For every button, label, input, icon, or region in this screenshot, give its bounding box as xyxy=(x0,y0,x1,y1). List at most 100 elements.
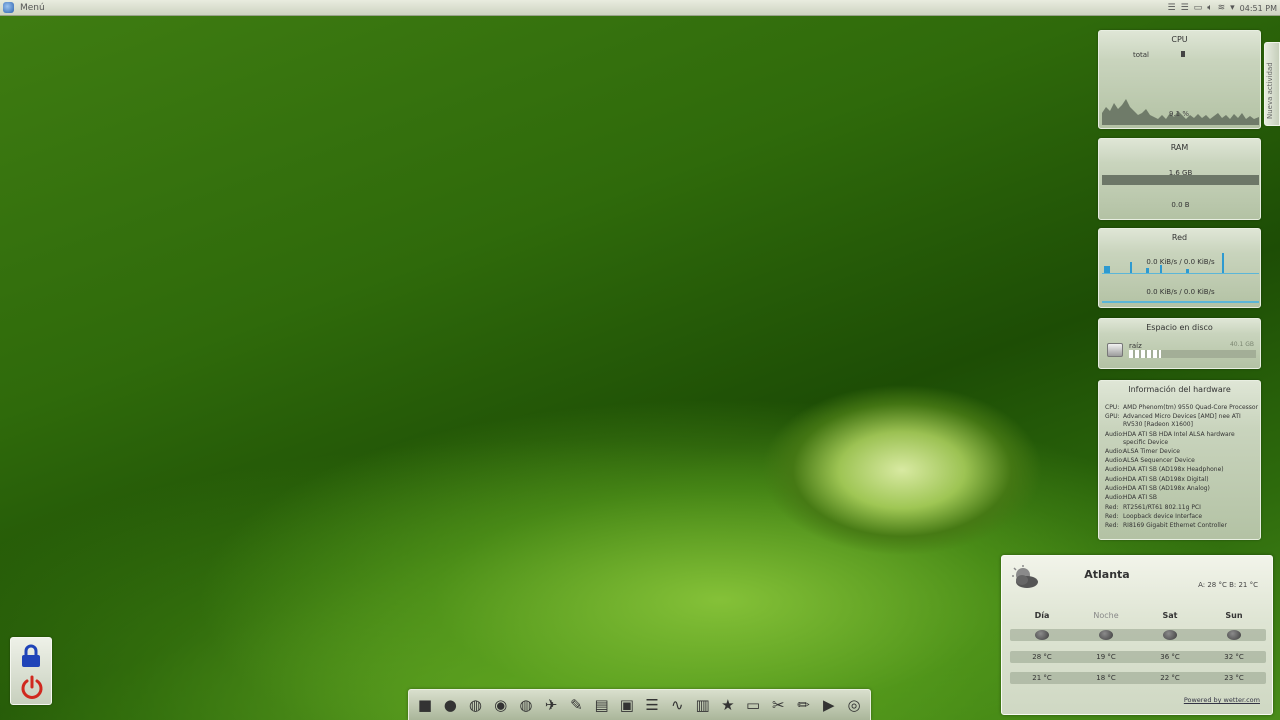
dock-item-disc[interactable]: ◎ xyxy=(844,695,864,715)
cpu-legend-swatch xyxy=(1181,51,1185,57)
forecast-low: 22 °C xyxy=(1160,674,1180,682)
hardware-type: Audio: xyxy=(1105,430,1125,438)
hardware-value: AMD Phenom(tm) 9550 Quad-Core Processor xyxy=(1123,404,1259,411)
hardware-type: Audio: xyxy=(1105,485,1125,493)
disk-widget[interactable]: Espacio en disco raíz 40.1 GB xyxy=(1098,318,1261,369)
cloudy-icon xyxy=(1035,630,1049,640)
mixer-icon: ▥ xyxy=(695,695,710,714)
hardware-value: HDA ATI SB HDA Intel ALSA hardware speci… xyxy=(1123,430,1235,446)
dock-item-equalizer[interactable]: ☰ xyxy=(642,695,662,715)
hardware-type: Red: xyxy=(1105,522,1119,530)
forecast-highs-row: 28 °C 19 °C 36 °C 32 °C xyxy=(1010,651,1266,663)
weather-widget[interactable]: Atlanta A: 28 °C B: 21 °C Día Noche Sat … xyxy=(1001,555,1273,715)
new-activity-tab[interactable]: Nueva actividad xyxy=(1264,42,1280,126)
menu-logo-icon xyxy=(3,2,14,13)
clock[interactable]: 04:51 PM xyxy=(1240,4,1277,13)
hardware-value: Advanced Micro Devices [AMD] nee ATI RV5… xyxy=(1123,413,1241,429)
weather-forecast: Día Noche Sat Sun 28 °C 19 °C 36 °C 32 °… xyxy=(1010,611,1266,684)
network-widget[interactable]: Red 0.0 KiB/s / 0.0 KiB/s 0.0 KiB/s / 0.… xyxy=(1098,228,1261,308)
dock-item-screenshot[interactable]: ▭ xyxy=(743,695,763,715)
hardware-info-widget[interactable]: Información del hardware CPU: AMD Phenom(… xyxy=(1098,380,1261,540)
forecast-header: Día Noche Sat Sun xyxy=(1010,611,1266,620)
tools-icon: ✂ xyxy=(771,695,785,714)
dock-item-star[interactable]: ★ xyxy=(718,695,738,715)
panel-icon[interactable]: ☰ xyxy=(1168,3,1176,13)
dock-item-presentation[interactable]: ▣ xyxy=(617,695,637,715)
hardware-row: Audio: HDA ATI SB HDA Intel ALSA hardware… xyxy=(1105,431,1259,447)
cpu-value: 9.1 % xyxy=(1169,110,1190,118)
forecast-lows-row: 21 °C 18 °C 22 °C 23 °C xyxy=(1010,672,1266,684)
hardware-value: ALSA Timer Device xyxy=(1123,447,1180,455)
hardware-row: Audio: HDA ATI SB xyxy=(1105,494,1259,502)
dock-item-compass[interactable]: ◍ xyxy=(465,695,485,715)
power-icon[interactable] xyxy=(20,675,44,699)
dock-item-firefox[interactable]: ◉ xyxy=(491,695,511,715)
hardware-value: ALSA Sequencer Device xyxy=(1123,457,1195,465)
network-title: Red xyxy=(1171,233,1188,242)
hardware-row: Audio: ALSA Sequencer Device xyxy=(1105,457,1259,465)
forecast-day-label: Día xyxy=(1034,611,1050,620)
hardware-title: Información del hardware xyxy=(1128,385,1231,394)
compass-icon: ◍ xyxy=(468,695,483,714)
hardware-type: CPU: xyxy=(1105,404,1120,411)
forecast-high: 32 °C xyxy=(1224,653,1244,661)
powered-by-link[interactable]: Powered by wetter.com xyxy=(1184,696,1260,704)
dock-item-play[interactable]: ▶ xyxy=(819,695,839,715)
dock-item-stop[interactable]: ■ xyxy=(415,695,435,715)
dock-item-bird[interactable]: ✈ xyxy=(541,695,561,715)
ram-title: RAM xyxy=(1170,143,1189,152)
cpu-widget[interactable]: CPU total 9.1 % xyxy=(1098,30,1261,129)
monitor-icon[interactable]: ▭ xyxy=(1194,3,1203,13)
volume-icon[interactable]: 🔈︎ xyxy=(1207,3,1212,13)
hardware-row: Red: Loopback device Interface xyxy=(1105,513,1259,521)
menu-label: Menú xyxy=(20,2,45,13)
weather-city: Atlanta xyxy=(1084,568,1130,581)
hardware-row: Audio: HDA ATI SB (AD198x Headphone) xyxy=(1105,466,1259,474)
hardware-list: CPU: AMD Phenom(tm) 9550 Quad-Core Proces… xyxy=(1105,404,1259,532)
lock-icon[interactable] xyxy=(20,644,42,668)
bottom-dock: ■ ● ◍ ◉ ◍ ✈ ✎ ▤ ▣ ☰ ∿ ▥ ★ ▭ ✂ ✏ ▶ ◎ xyxy=(408,689,871,720)
disk-name: raíz xyxy=(1129,342,1142,350)
hardware-value: Loopback device Interface xyxy=(1123,512,1203,520)
application-menu-button[interactable]: Menú xyxy=(0,0,45,16)
forecast-high: 28 °C xyxy=(1032,653,1052,661)
dock-item-tools[interactable]: ✂ xyxy=(768,695,788,715)
dock-item-spreadsheet[interactable]: ▤ xyxy=(592,695,612,715)
network-rate-secondary: 0.0 KiB/s / 0.0 KiB/s xyxy=(1146,288,1215,296)
hardware-type: Audio: xyxy=(1105,457,1125,465)
pencil-icon: ✎ xyxy=(570,695,583,714)
forecast-night-label: Noche xyxy=(1093,611,1119,620)
hardware-row: Audio: HDA ATI SB (AD198x Digital) xyxy=(1105,476,1259,484)
forecast-sun-label: Sun xyxy=(1225,611,1243,620)
ram-widget[interactable]: RAM 1.6 GB 0.0 B xyxy=(1098,138,1261,220)
forecast-high: 36 °C xyxy=(1160,653,1180,661)
hardware-row: Audio: ALSA Timer Device xyxy=(1105,448,1259,456)
dock-item-pencil[interactable]: ✎ xyxy=(566,695,586,715)
play-icon: ▶ xyxy=(822,695,835,714)
hardware-row: Red: RI8169 Gigabit Ethernet Controller xyxy=(1105,522,1259,530)
network-baseline xyxy=(1102,301,1259,303)
presentation-icon: ▣ xyxy=(619,695,634,714)
menu-arrow-icon[interactable]: ▾ xyxy=(1230,3,1235,13)
dock-item-fox[interactable]: ● xyxy=(440,695,460,715)
hardware-type: GPU: xyxy=(1105,413,1120,421)
hardware-value: HDA ATI SB xyxy=(1123,494,1157,502)
hardware-type: Audio: xyxy=(1105,466,1125,474)
bird-icon: ✈ xyxy=(544,695,558,714)
disk-usage-bar xyxy=(1129,350,1256,358)
disc-icon: ◎ xyxy=(847,695,861,714)
forecast-icons-row xyxy=(1010,629,1266,641)
cloud-icon xyxy=(1227,630,1241,640)
panel-icon[interactable]: ☰ xyxy=(1181,3,1189,13)
weather-hilo: A: 28 °C B: 21 °C xyxy=(1198,581,1258,589)
cpu-total-label: total xyxy=(1133,51,1150,59)
ram-used: 1.6 GB xyxy=(1168,169,1193,177)
dock-item-mixer[interactable]: ▥ xyxy=(693,695,713,715)
cloudy-icon xyxy=(1163,630,1177,640)
dock-item-paint[interactable]: ✏ xyxy=(794,695,814,715)
wifi-icon[interactable]: ≋ xyxy=(1218,3,1226,13)
spreadsheet-icon: ▤ xyxy=(594,695,609,714)
paint-icon: ✏ xyxy=(797,695,810,714)
dock-item-waveform[interactable]: ∿ xyxy=(667,695,687,715)
dock-item-globe[interactable]: ◍ xyxy=(516,695,536,715)
